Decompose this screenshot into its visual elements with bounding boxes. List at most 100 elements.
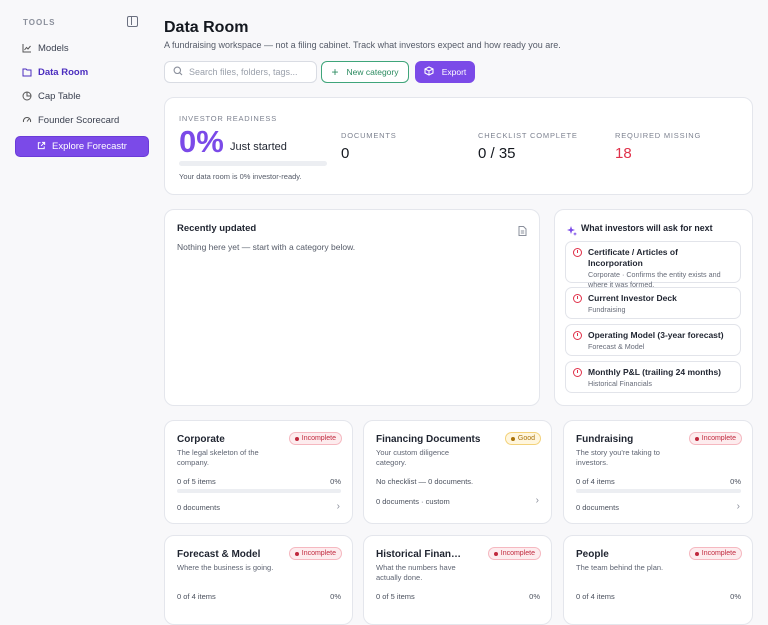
category-desc: Where the business is going. <box>177 563 274 572</box>
search-box[interactable] <box>164 61 317 83</box>
category-card-people[interactable]: People Incomplete The team behind the pl… <box>563 535 753 625</box>
investor-asks-card: What investors will ask for next Certifi… <box>554 209 753 406</box>
investor-asks-title: What investors will ask for next <box>581 223 713 233</box>
gauge-icon <box>22 115 32 125</box>
category-desc: The legal skeleton of the company. <box>177 448 259 467</box>
status-badge: Incomplete <box>288 547 342 560</box>
chart-line-icon <box>22 43 32 53</box>
category-docs: 0 documents <box>177 503 220 512</box>
category-card-forecast-model[interactable]: Forecast & Model Incomplete Where the bu… <box>164 535 353 625</box>
readiness-card: INVESTOR READINESS 0% Just started Your … <box>164 97 753 195</box>
folder-icon <box>22 67 32 77</box>
ask-item-title: Certificate / Articles of Incorporation <box>588 247 678 268</box>
recently-updated-empty: Nothing here yet — start with a category… <box>177 242 356 252</box>
alert-circle-icon <box>573 248 582 257</box>
readiness-status: Just started <box>230 141 287 153</box>
sidebar: TOOLS Models Data Room Cap Table Founder… <box>0 0 160 600</box>
category-items: No checklist — 0 documents. <box>376 477 474 486</box>
category-pct: 0% <box>330 477 341 486</box>
status-badge: Incomplete <box>688 547 742 560</box>
tools-section-label: TOOLS <box>23 18 56 27</box>
search-input[interactable] <box>189 67 309 77</box>
document-icon <box>518 223 527 241</box>
alert-circle-icon <box>573 368 582 377</box>
sidebar-item-founder-scorecard[interactable]: Founder Scorecard <box>22 112 119 128</box>
category-card-financing-documents[interactable]: Financing Documents Good Your custom dil… <box>363 420 552 524</box>
ask-item[interactable]: Current Investor Deck Fundraising <box>565 287 741 319</box>
category-desc: The team behind the plan. <box>576 563 664 572</box>
ask-item[interactable]: Monthly P&L (trailing 24 months) Histori… <box>565 361 741 393</box>
category-desc: The story you're taking to investors. <box>576 448 660 467</box>
ask-item-title: Operating Model (3-year forecast) <box>588 330 724 340</box>
checklist-count: 0 / 35 <box>478 145 516 162</box>
search-icon <box>173 63 183 81</box>
status-badge: Incomplete <box>288 432 342 445</box>
alert-circle-icon <box>573 294 582 303</box>
checklist-label: CHECKLIST COMPLETE <box>478 131 578 140</box>
category-card-fundraising[interactable]: Fundraising Incomplete The story you're … <box>563 420 753 524</box>
new-category-label: New category <box>346 67 399 77</box>
ask-item-sub: Forecast & Model <box>588 342 645 351</box>
recently-updated-card: Recently updated Nothing here yet — star… <box>164 209 540 406</box>
ask-item-title: Monthly P&L (trailing 24 months) <box>588 367 722 377</box>
ask-item-sub: Fundraising <box>588 305 626 314</box>
category-card-historical-financials[interactable]: Historical Financials Incomplete What th… <box>363 535 552 625</box>
ask-item-title: Current Investor Deck <box>588 293 677 303</box>
readiness-progress-bar <box>179 161 327 166</box>
recently-updated-title: Recently updated <box>177 223 257 234</box>
readiness-label: INVESTOR READINESS <box>179 114 278 123</box>
required-missing-count: 18 <box>615 145 632 162</box>
category-pct: 0% <box>730 477 741 486</box>
ask-item-sub: Historical Financials <box>588 379 652 388</box>
category-title: Fundraising <box>576 434 634 445</box>
required-missing-label: REQUIRED MISSING <box>615 131 702 140</box>
status-badge: Incomplete <box>688 432 742 445</box>
new-category-button[interactable]: + New category <box>321 61 409 83</box>
export-button[interactable]: Export <box>415 61 475 83</box>
readiness-note: Your data room is 0% investor-ready. <box>179 172 302 181</box>
sidebar-item-label: Cap Table <box>38 90 81 102</box>
category-docs: 0 documents · custom <box>376 497 450 506</box>
sidebar-item-label: Founder Scorecard <box>38 114 120 126</box>
readiness-percent: 0% <box>179 124 224 159</box>
documents-count: 0 <box>341 145 350 162</box>
sidebar-collapse-icon[interactable] <box>127 16 138 27</box>
ask-item[interactable]: Certificate / Articles of Incorporation … <box>565 241 741 289</box>
category-title: Financing Documents <box>376 434 481 445</box>
status-badge: Good <box>504 432 541 445</box>
export-label: Export <box>441 67 467 77</box>
category-items: 0 of 4 items <box>576 477 615 486</box>
box-icon <box>424 66 434 78</box>
alert-circle-icon <box>573 331 582 340</box>
category-progress-bar <box>177 489 341 493</box>
category-title: People <box>576 549 609 560</box>
sidebar-item-label: Data Room <box>38 66 89 78</box>
ask-item[interactable]: Operating Model (3-year forecast) Foreca… <box>565 324 741 356</box>
explore-forecastr-button[interactable]: Explore Forecastr <box>15 136 149 157</box>
sparkle-icon <box>567 223 577 241</box>
status-badge: Incomplete <box>487 547 541 560</box>
category-card-corporate[interactable]: Corporate Incomplete The legal skeleton … <box>164 420 353 524</box>
category-progress-bar <box>576 489 741 493</box>
sidebar-item-cap-table[interactable]: Cap Table <box>22 88 81 104</box>
category-title: Historical Financials <box>376 549 464 560</box>
category-title: Corporate <box>177 434 225 445</box>
documents-label: DOCUMENTS <box>341 131 397 140</box>
explore-label: Explore Forecastr <box>52 141 127 152</box>
category-desc: What the numbers have actually done. <box>376 563 456 582</box>
sidebar-item-data-room[interactable]: Data Room <box>22 64 88 80</box>
chevron-right-icon[interactable]: › <box>337 501 340 512</box>
chevron-right-icon[interactable]: › <box>737 501 740 512</box>
external-link-icon <box>37 141 46 153</box>
category-title: Forecast & Model <box>177 549 261 560</box>
sidebar-item-models[interactable]: Models <box>22 40 69 56</box>
category-items: 0 of 5 items <box>177 477 216 486</box>
category-docs: 0 documents <box>576 503 619 512</box>
plus-icon: + <box>331 65 339 79</box>
chevron-right-icon[interactable]: › <box>536 495 539 506</box>
category-desc: Your custom diligence category. <box>376 448 450 467</box>
pie-chart-icon <box>22 91 32 101</box>
page-title: Data Room <box>164 19 249 36</box>
page-subtitle: A fundraising workspace — not a filing c… <box>164 40 561 50</box>
sidebar-item-label: Models <box>38 42 69 54</box>
